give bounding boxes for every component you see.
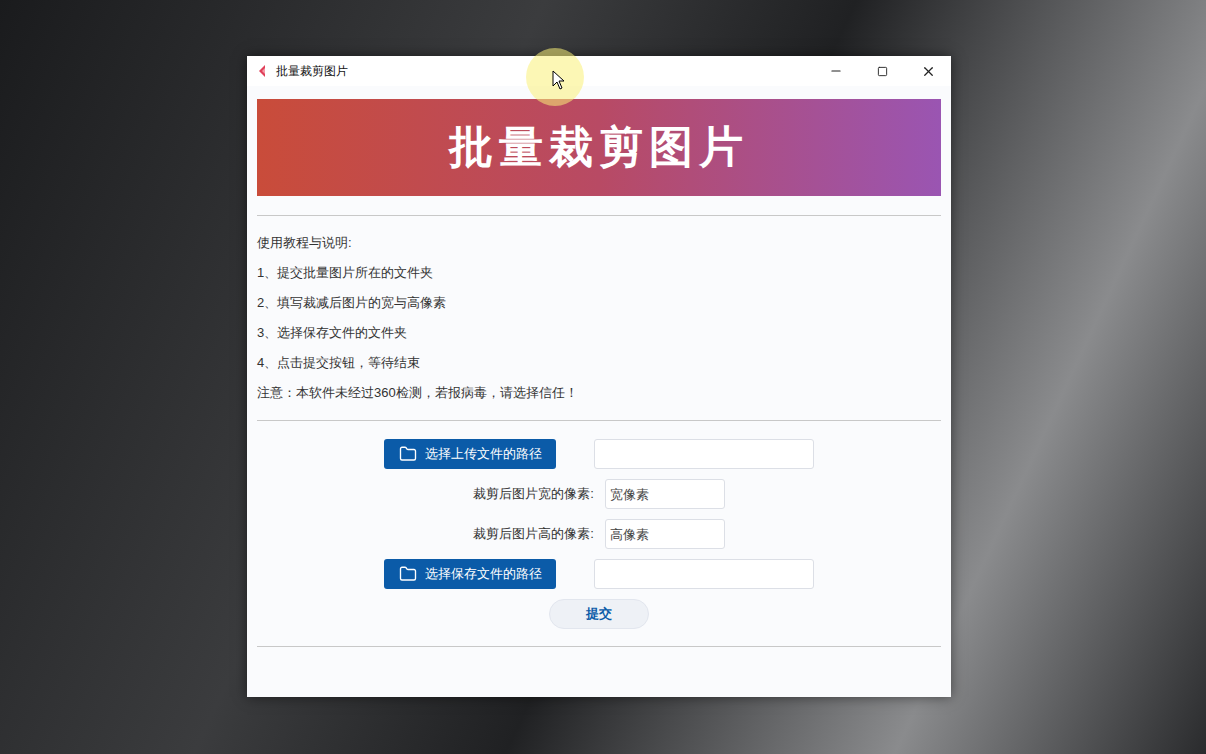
cursor-highlight (526, 48, 584, 106)
minimize-icon (829, 64, 843, 78)
width-input[interactable] (605, 479, 725, 509)
instruction-step: 2、填写裁减后图片的宽与高像素 (257, 288, 941, 318)
height-label: 裁剪后图片高的像素: (473, 524, 594, 544)
title-bar: 批量裁剪图片 (247, 56, 951, 86)
banner: 批量裁剪图片 (257, 99, 941, 196)
width-row: 裁剪后图片宽的像素: (257, 479, 941, 509)
divider (257, 646, 941, 647)
instruction-step: 4、点击提交按钮，等待结束 (257, 348, 941, 378)
app-window: 批量裁剪图片批量裁剪图片使用教程与说明:1、提交批量图片所在的文件夹2、填写裁减… (247, 56, 951, 697)
height-row: 裁剪后图片高的像素: (257, 519, 941, 549)
maximize-icon (877, 66, 888, 77)
window-title: 批量裁剪图片 (276, 62, 348, 80)
desktop: 批量裁剪图片批量裁剪图片使用教程与说明:1、提交批量图片所在的文件夹2、填写裁减… (0, 0, 1206, 754)
save-path-button[interactable]: 选择保存文件的路径 (384, 559, 556, 589)
instructions-heading: 使用教程与说明: (257, 228, 941, 258)
button-label: 选择保存文件的路径 (425, 564, 542, 584)
save-path-input[interactable] (594, 559, 814, 589)
minimize-button[interactable] (813, 56, 859, 86)
instruction-step: 3、选择保存文件的文件夹 (257, 318, 941, 348)
save-row: 选择保存文件的路径 (257, 559, 941, 589)
upload-path-button[interactable]: 选择上传文件的路径 (384, 439, 556, 469)
button-label: 选择上传文件的路径 (425, 444, 542, 464)
upload-row: 选择上传文件的路径 (257, 439, 941, 469)
close-icon (921, 64, 936, 79)
crop-form: 选择上传文件的路径裁剪后图片宽的像素: 裁剪后图片高的像素: 选择保存文件的路径提交 (257, 421, 941, 646)
maximize-button[interactable] (859, 56, 905, 86)
folder-icon (399, 565, 417, 583)
width-label: 裁剪后图片宽的像素: (473, 484, 594, 504)
divider (257, 215, 941, 216)
divider (257, 420, 941, 421)
close-button[interactable] (905, 56, 951, 86)
banner-title: 批量裁剪图片 (449, 115, 749, 181)
height-input[interactable] (605, 519, 725, 549)
submit-button[interactable]: 提交 (549, 599, 649, 629)
app-logo-icon (256, 64, 270, 78)
mouse-cursor-icon (552, 70, 566, 90)
instruction-note: 注意：本软件未经过360检测，若报病毒，请选择信任！ (257, 378, 941, 408)
upload-path-input[interactable] (594, 439, 814, 469)
instructions: 使用教程与说明:1、提交批量图片所在的文件夹2、填写裁减后图片的宽与高像素3、选… (257, 216, 941, 420)
folder-icon (399, 445, 417, 463)
instruction-step: 1、提交批量图片所在的文件夹 (257, 258, 941, 288)
